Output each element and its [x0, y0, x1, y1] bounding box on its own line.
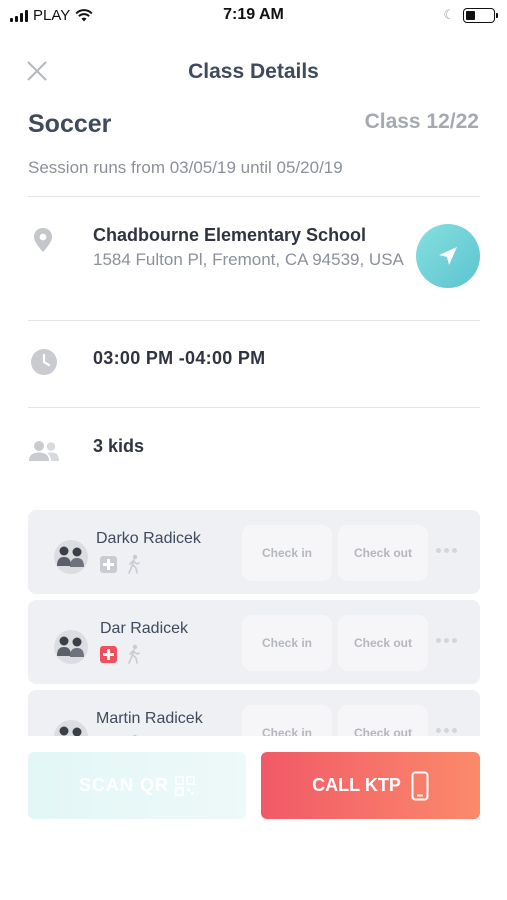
- school-name: Chadbourne Elementary School: [93, 225, 367, 245]
- more-options-button[interactable]: [436, 548, 457, 553]
- walking-icon: [128, 644, 140, 664]
- check-out-button[interactable]: Check out: [338, 615, 428, 671]
- battery-icon: [463, 7, 498, 23]
- kid-name: Martin Radicek: [96, 710, 203, 727]
- kids-list: Darko Radicek Check in Check out Dar Rad…: [28, 510, 480, 740]
- medical-icon: [100, 555, 117, 573]
- avatar: [54, 630, 88, 664]
- check-in-button[interactable]: Check in: [242, 615, 332, 671]
- session-dates: Session runs from 03/05/19 until 05/20/1…: [28, 158, 343, 177]
- more-options-button[interactable]: [436, 638, 457, 643]
- check-in-button[interactable]: Check in: [242, 525, 332, 581]
- class-name: Soccer: [28, 110, 112, 138]
- divider: [28, 407, 480, 408]
- scan-qr-label: SCAN QR: [78, 775, 169, 795]
- call-ktp-label: CALL KTP: [312, 775, 401, 795]
- kid-card[interactable]: Darko Radicek Check in Check out: [28, 510, 480, 594]
- scan-qr-button[interactable]: SCAN QR: [28, 752, 246, 819]
- class-time: 03:00 PM -04:00 PM: [93, 348, 266, 368]
- kid-status-icons: [100, 554, 141, 574]
- page-title: Class Details: [188, 60, 319, 83]
- check-in-button[interactable]: Check in: [242, 705, 332, 740]
- divider: [28, 320, 480, 321]
- divider: [28, 196, 480, 197]
- navigation-arrow-icon: [439, 247, 457, 265]
- more-options-button[interactable]: [436, 728, 457, 733]
- clock-icon: [31, 349, 57, 375]
- kid-status-icons: [100, 644, 141, 664]
- walking-icon: [128, 554, 140, 574]
- status-bar: PLAY 7:19 AM ☾: [0, 0, 507, 30]
- class-count: Class 12/22: [364, 110, 479, 133]
- check-out-button[interactable]: Check out: [338, 525, 428, 581]
- kid-name: Darko Radicek: [96, 530, 201, 547]
- kids-count: 3 kids: [93, 436, 145, 456]
- navigate-button[interactable]: [416, 224, 480, 288]
- status-right: ☾: [443, 7, 498, 23]
- people-icon: [29, 441, 59, 461]
- school-address: 1584 Fulton Pl, Fremont, CA 94539, USA: [93, 250, 404, 269]
- call-ktp-button[interactable]: CALL KTP: [261, 752, 480, 819]
- status-time: 7:19 AM: [223, 6, 284, 23]
- kid-card[interactable]: Dar Radicek Check in Check out: [28, 600, 480, 684]
- location-pin-icon: [34, 228, 52, 252]
- qr-code-icon: [175, 775, 195, 796]
- avatar: [54, 540, 88, 574]
- check-out-button[interactable]: Check out: [338, 705, 428, 740]
- medical-alert-icon: [100, 645, 117, 663]
- phone-icon: [411, 771, 429, 800]
- do-not-disturb-icon: ☾: [443, 7, 455, 22]
- kid-name: Dar Radicek: [100, 620, 189, 637]
- kid-card[interactable]: Martin Radicek Check in Check out: [28, 690, 480, 740]
